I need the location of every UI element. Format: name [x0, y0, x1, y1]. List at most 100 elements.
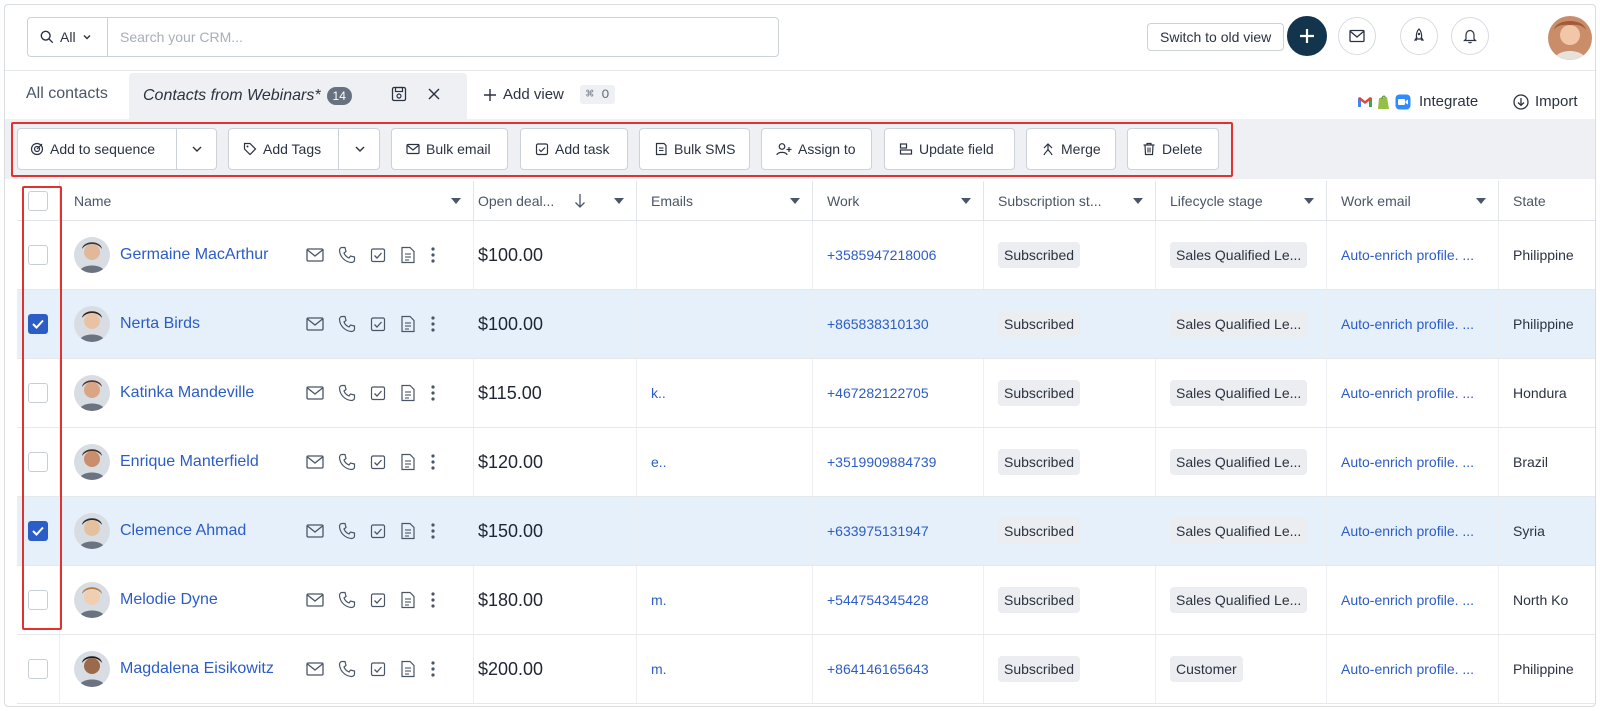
- close-view-button[interactable]: [427, 87, 441, 106]
- row-checkbox[interactable]: [28, 521, 48, 541]
- work-phone-link[interactable]: +467282122705: [827, 385, 929, 401]
- row-checkbox[interactable]: [28, 314, 48, 334]
- avatar[interactable]: [74, 651, 110, 687]
- tab-all-contacts[interactable]: All contacts: [26, 85, 108, 103]
- more-vertical-icon[interactable]: [430, 452, 436, 472]
- more-vertical-icon[interactable]: [430, 245, 436, 265]
- search-scope-dropdown[interactable]: All: [28, 18, 108, 56]
- phone-icon[interactable]: [338, 521, 356, 541]
- column-header-open-deal[interactable]: Open deal...: [474, 181, 637, 221]
- phone-icon[interactable]: [338, 452, 356, 472]
- update-field-button[interactable]: Update field: [884, 128, 1015, 170]
- add-tags-button[interactable]: Add Tags: [228, 128, 380, 170]
- mail-icon[interactable]: [306, 590, 324, 610]
- avatar[interactable]: [74, 582, 110, 618]
- table-row[interactable]: Nerta Birds $100.00 +865838310130 Subscr…: [17, 290, 1595, 359]
- integrate-button[interactable]: Integrate: [1357, 93, 1478, 110]
- note-icon[interactable]: [400, 590, 416, 610]
- note-icon[interactable]: [400, 521, 416, 541]
- contact-name-link[interactable]: Katinka Mandeville: [120, 384, 254, 402]
- column-header-state[interactable]: State: [1499, 181, 1595, 221]
- task-icon[interactable]: [370, 659, 386, 679]
- table-row[interactable]: Katinka Mandeville $115.00 k.. +46728212…: [17, 359, 1595, 428]
- avatar[interactable]: [74, 375, 110, 411]
- column-header-subscription[interactable]: Subscription st...: [984, 181, 1156, 221]
- task-icon[interactable]: [370, 521, 386, 541]
- save-view-button[interactable]: [391, 86, 407, 107]
- auto-enrich-link[interactable]: Auto-enrich profile. ...: [1341, 454, 1474, 470]
- more-vertical-icon[interactable]: [430, 314, 436, 334]
- auto-enrich-link[interactable]: Auto-enrich profile. ...: [1341, 523, 1474, 539]
- work-phone-link[interactable]: +3519909884739: [827, 454, 936, 470]
- email-link[interactable]: e..: [651, 454, 667, 470]
- mail-icon[interactable]: [306, 314, 324, 334]
- table-row[interactable]: Germaine MacArthur $100.00 +358594721800…: [17, 221, 1595, 290]
- quick-add-button[interactable]: [1287, 16, 1327, 56]
- work-phone-link[interactable]: +865838310130: [827, 316, 929, 332]
- task-icon[interactable]: [370, 590, 386, 610]
- table-row[interactable]: Melodie Dyne $180.00 m. +544754345428 Su…: [17, 566, 1595, 635]
- mail-icon[interactable]: [306, 383, 324, 403]
- auto-enrich-link[interactable]: Auto-enrich profile. ...: [1341, 247, 1474, 263]
- add-to-sequence-dropdown[interactable]: [176, 129, 217, 169]
- row-checkbox[interactable]: [28, 383, 48, 403]
- task-icon[interactable]: [370, 314, 386, 334]
- table-row[interactable]: Enrique Manterfield $120.00 e.. +3519909…: [17, 428, 1595, 497]
- contact-name-link[interactable]: Enrique Manterfield: [120, 453, 259, 471]
- row-checkbox[interactable]: [28, 245, 48, 265]
- more-vertical-icon[interactable]: [430, 590, 436, 610]
- table-row[interactable]: Magdalena Eisikowitz $200.00 m. +8641461…: [17, 635, 1595, 704]
- note-icon[interactable]: [400, 314, 416, 334]
- task-icon[interactable]: [370, 452, 386, 472]
- notifications-button[interactable]: [1451, 17, 1489, 55]
- column-header-work[interactable]: Work: [813, 181, 984, 221]
- launch-button[interactable]: [1400, 17, 1438, 55]
- phone-icon[interactable]: [338, 314, 356, 334]
- user-avatar[interactable]: [1548, 16, 1592, 60]
- task-icon[interactable]: [370, 245, 386, 265]
- add-to-sequence-button[interactable]: Add to sequence: [17, 128, 217, 170]
- contact-name-link[interactable]: Melodie Dyne: [120, 591, 218, 609]
- mail-icon[interactable]: [306, 659, 324, 679]
- column-header-name[interactable]: Name: [60, 181, 474, 221]
- add-view-button[interactable]: Add view ⌘ O: [483, 85, 616, 104]
- phone-icon[interactable]: [338, 245, 356, 265]
- work-phone-link[interactable]: +544754345428: [827, 592, 929, 608]
- phone-icon[interactable]: [338, 659, 356, 679]
- delete-button[interactable]: Delete: [1127, 128, 1219, 170]
- auto-enrich-link[interactable]: Auto-enrich profile. ...: [1341, 316, 1474, 332]
- avatar[interactable]: [74, 237, 110, 273]
- mail-button[interactable]: [1338, 17, 1376, 55]
- mail-icon[interactable]: [306, 521, 324, 541]
- auto-enrich-link[interactable]: Auto-enrich profile. ...: [1341, 385, 1474, 401]
- avatar[interactable]: [74, 513, 110, 549]
- contact-name-link[interactable]: Germaine MacArthur: [120, 246, 269, 264]
- contact-name-link[interactable]: Magdalena Eisikowitz: [120, 660, 274, 678]
- email-link[interactable]: m.: [651, 661, 667, 677]
- mail-icon[interactable]: [306, 245, 324, 265]
- work-phone-link[interactable]: +864146165643: [827, 661, 929, 677]
- work-phone-link[interactable]: +3585947218006: [827, 247, 936, 263]
- phone-icon[interactable]: [338, 383, 356, 403]
- auto-enrich-link[interactable]: Auto-enrich profile. ...: [1341, 661, 1474, 677]
- more-vertical-icon[interactable]: [430, 659, 436, 679]
- select-all-checkbox[interactable]: [28, 191, 48, 211]
- contact-name-link[interactable]: Clemence Ahmad: [120, 522, 246, 540]
- column-header-emails[interactable]: Emails: [637, 181, 813, 221]
- note-icon[interactable]: [400, 659, 416, 679]
- row-checkbox[interactable]: [28, 590, 48, 610]
- assign-to-button[interactable]: Assign to: [761, 128, 872, 170]
- avatar[interactable]: [74, 444, 110, 480]
- import-button[interactable]: Import: [1513, 93, 1578, 110]
- column-header-work-email[interactable]: Work email: [1327, 181, 1499, 221]
- bulk-email-button[interactable]: Bulk email: [391, 128, 508, 170]
- row-checkbox[interactable]: [28, 452, 48, 472]
- row-checkbox[interactable]: [28, 659, 48, 679]
- more-vertical-icon[interactable]: [430, 383, 436, 403]
- phone-icon[interactable]: [338, 590, 356, 610]
- note-icon[interactable]: [400, 245, 416, 265]
- work-phone-link[interactable]: +633975131947: [827, 523, 929, 539]
- avatar[interactable]: [74, 306, 110, 342]
- email-link[interactable]: k..: [651, 385, 666, 401]
- contact-name-link[interactable]: Nerta Birds: [120, 315, 200, 333]
